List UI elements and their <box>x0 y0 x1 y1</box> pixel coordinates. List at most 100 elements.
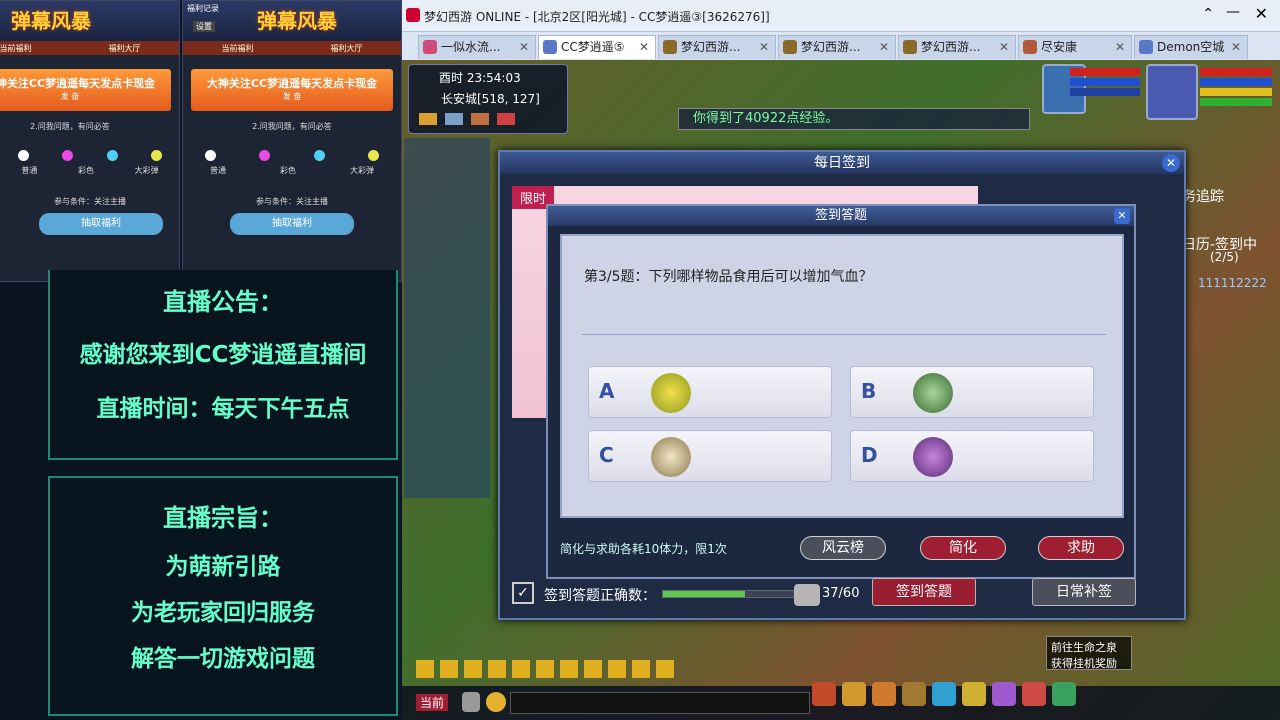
friends-icon[interactable] <box>932 682 956 706</box>
tab-favicon-icon <box>783 40 797 54</box>
tab-7[interactable]: Demon空城 ✕ <box>1134 35 1248 59</box>
minimize-button[interactable]: — <box>1226 4 1240 20</box>
close-icon[interactable]: ✕ <box>1162 154 1180 172</box>
close-button[interactable]: ✕ <box>1255 4 1268 23</box>
notice-line: 直播时间：每天下午五点 <box>96 396 350 422</box>
map-icon[interactable] <box>419 113 437 125</box>
tab-4[interactable]: 梦幻西游... ✕ <box>778 35 896 59</box>
danmaku-promo-card-right: 福利记录 设置 弹幕风暴 当前福利 福利大厅 大神关注CC梦逍遥每天发点卡现金发… <box>182 0 402 282</box>
tab-1[interactable]: 一似水流... ✕ <box>418 35 536 59</box>
daily-makeup-button[interactable]: 日常补签 <box>1032 578 1136 606</box>
simplify-button[interactable]: 简化 <box>920 536 1006 560</box>
tab-favicon-icon <box>663 40 677 54</box>
progress-box-icon <box>794 584 820 606</box>
emoji-icon[interactable] <box>486 692 506 712</box>
welfare-record-link[interactable]: 福利记录 <box>187 3 219 14</box>
promo-gift-banner: 大神关注CC梦逍遥每天发点卡现金发 奋 <box>191 69 393 111</box>
rank-button[interactable]: 风云榜 <box>800 536 886 560</box>
tab-close-icon[interactable]: ✕ <box>1115 36 1125 58</box>
option-letter: D <box>861 443 878 467</box>
notice-line: 感谢您来到CC梦逍遥直播间 <box>79 342 367 368</box>
tab-close-icon[interactable]: ✕ <box>1231 36 1241 58</box>
answer-option-a[interactable]: A <box>588 366 832 418</box>
team-icon[interactable] <box>902 682 926 706</box>
color-dot-cyan[interactable] <box>106 150 118 161</box>
help-button[interactable]: 求助 <box>1038 536 1124 560</box>
tab-label: Demon空城 <box>1157 40 1225 54</box>
chat-history-panel <box>404 138 490 498</box>
settings-button[interactable]: 设置 <box>193 21 215 32</box>
chat-channel-selector[interactable]: 当前 <box>416 694 449 711</box>
answer-option-d[interactable]: D <box>850 430 1094 482</box>
quick-action-bar <box>416 660 706 680</box>
purpose-line: 为萌新引路 <box>165 554 281 580</box>
tab-close-icon[interactable]: ✕ <box>759 36 769 58</box>
character-icon[interactable] <box>812 682 836 706</box>
lock-icon[interactable] <box>560 660 578 678</box>
arrow-left-icon[interactable] <box>416 660 434 678</box>
tab-6[interactable]: 尽安康 ✕ <box>1018 35 1132 59</box>
answer-option-c[interactable]: C <box>588 430 832 482</box>
tab-5[interactable]: 梦幻西游... ✕ <box>898 35 1016 59</box>
color-dot-cyan[interactable] <box>313 150 325 161</box>
guild-icon[interactable] <box>962 682 986 706</box>
color-dot-white[interactable] <box>17 150 29 161</box>
tab-close-icon[interactable]: ✕ <box>999 36 1009 58</box>
tab-close-icon[interactable]: ✕ <box>639 36 649 58</box>
idle-reward-hint[interactable]: 前往生命之泉获得挂机奖励 <box>1046 636 1132 670</box>
notice-title: 直播公告： <box>163 288 283 316</box>
promo-gift-title: 大神关注CC梦逍遥每天发点卡现金 <box>206 77 378 90</box>
item-icon[interactable] <box>872 682 896 706</box>
tab-label: 梦幻西游... <box>921 40 981 54</box>
player-portrait-avatar[interactable] <box>1146 64 1198 120</box>
pet-icon[interactable] <box>842 682 866 706</box>
collapse-icon[interactable]: ⌃ <box>1202 6 1214 22</box>
tab-2[interactable]: CC梦逍遥⑤ ✕ <box>538 35 656 59</box>
color-dot-yellow[interactable] <box>368 150 380 161</box>
color-dot-white[interactable] <box>204 150 216 161</box>
close-icon[interactable]: ✕ <box>1114 208 1130 224</box>
current-location: 长安城[518, 127] <box>441 92 540 106</box>
auto-check-checkbox[interactable]: ✓ <box>512 582 534 604</box>
tab-close-icon[interactable]: ✕ <box>879 36 889 58</box>
quest-tracker-label[interactable]: 务追踪 <box>1182 186 1224 206</box>
globe-icon[interactable] <box>445 113 463 125</box>
signin-quiz-button[interactable]: 签到答题 <box>872 578 976 606</box>
note-icon[interactable] <box>536 660 554 678</box>
tab-3[interactable]: 梦幻西游... ✕ <box>658 35 776 59</box>
promo-tab-hall[interactable]: 福利大厅 <box>331 43 363 54</box>
chat-bubble-icon[interactable] <box>608 660 626 678</box>
tab-favicon-icon <box>903 40 917 54</box>
system-icon[interactable] <box>1052 682 1076 706</box>
promo-tab-hall[interactable]: 福利大厅 <box>109 43 141 54</box>
shop-icon[interactable] <box>1022 682 1046 706</box>
player-tag: 111112222 <box>1198 276 1267 290</box>
quest-icon[interactable] <box>992 682 1016 706</box>
tab-close-icon[interactable]: ✕ <box>519 36 529 58</box>
promo-gift-sub: 发 奋 <box>282 92 302 101</box>
list-icon[interactable] <box>632 660 650 678</box>
draw-welfare-button[interactable]: 抽取福利 <box>39 213 163 235</box>
color-dot-pink[interactable] <box>62 150 74 161</box>
game-time: 酉时 23:54:03 <box>439 71 521 85</box>
draw-welfare-button[interactable]: 抽取福利 <box>230 213 354 235</box>
bag-icon[interactable] <box>471 113 489 125</box>
daily-signin-title: 每日签到 <box>500 152 1184 174</box>
color-dot-pink[interactable] <box>259 150 271 161</box>
promo-tab-current[interactable]: 当前福利 <box>0 43 32 54</box>
answer-option-b[interactable]: B <box>850 366 1094 418</box>
promo-tab-current[interactable]: 当前福利 <box>222 43 254 54</box>
arrow-down-icon[interactable] <box>464 660 482 678</box>
calendar-icon[interactable] <box>497 113 515 125</box>
promo-tabs: 当前福利 福利大厅 <box>183 41 401 55</box>
chat-input[interactable] <box>510 692 810 714</box>
move-icon[interactable] <box>488 660 506 678</box>
mic-icon[interactable] <box>462 692 480 712</box>
dropdown-icon[interactable] <box>656 660 674 678</box>
brush-icon[interactable] <box>584 660 602 678</box>
quiz-title: 签到答题 <box>548 206 1134 226</box>
minimap-hud: 酉时 23:54:03 长安城[518, 127] <box>408 64 568 134</box>
search-icon[interactable] <box>512 660 530 678</box>
arrow-up-icon[interactable] <box>440 660 458 678</box>
color-dot-yellow[interactable] <box>151 150 163 161</box>
